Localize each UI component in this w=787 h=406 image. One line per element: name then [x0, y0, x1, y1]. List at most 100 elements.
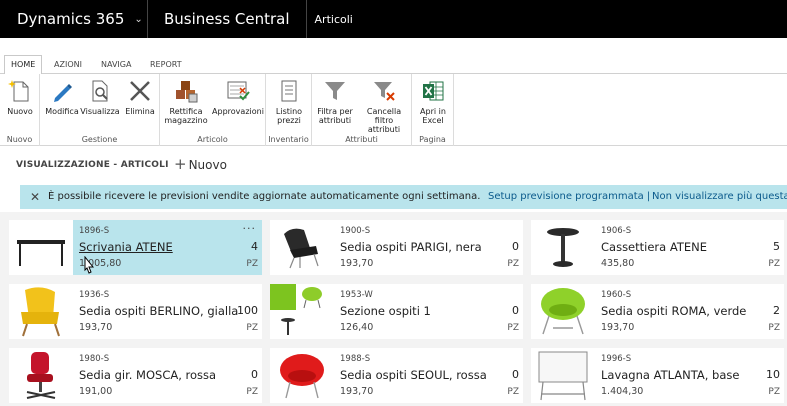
item-tile[interactable]: 1953-W Sezione ospiti 1 0 126,40 PZ	[270, 284, 523, 339]
item-tile[interactable]: 1896-S ··· Scrivania ATENE 4 1.005,80 PZ	[9, 220, 262, 275]
approvals-icon	[227, 81, 250, 101]
new-button[interactable]: Nuovo	[0, 78, 40, 116]
item-uom: PZ	[246, 387, 258, 397]
item-uom: PZ	[768, 387, 780, 397]
filter-attributes-button[interactable]: Filtra per attributi	[314, 78, 356, 125]
clear-attribute-filter-button[interactable]: Cancella filtro attributi	[358, 78, 410, 134]
item-description[interactable]: Sedia ospiti BERLINO, gialla	[79, 304, 238, 318]
approvals-button[interactable]: Approvazioni	[212, 78, 264, 116]
item-tile[interactable]: 1996-S Lavagna ATLANTA, base 10 1.404,30…	[531, 348, 784, 403]
item-number: 1988-S	[340, 354, 371, 364]
new-button-label: Nuovo	[7, 107, 33, 116]
new-document-icon	[8, 80, 29, 102]
mouse-cursor-icon	[84, 256, 95, 274]
item-tiles: 1896-S ··· Scrivania ATENE 4 1.005,80 PZ…	[0, 212, 787, 406]
approvals-label: Approvazioni	[212, 107, 264, 116]
tab-report[interactable]: REPORT	[150, 56, 182, 74]
ribbon-group-gestione: Modifica Visualizza Elimina Gestione	[40, 74, 160, 146]
yellow-armchair-image	[21, 287, 60, 337]
clear-filter-icon	[374, 82, 395, 101]
ribbon-group-articolo: Rettifica magazzino Approvazioni Articol…	[160, 74, 266, 146]
chevron-down-icon: ⌄	[134, 13, 143, 25]
ribbon-group-label: Articolo	[197, 135, 228, 144]
ribbon-group-label: Nuovo	[6, 135, 33, 144]
pencil-icon	[54, 84, 72, 102]
item-quantity: 100	[237, 304, 258, 317]
item-description[interactable]: Lavagna ATLANTA, base	[601, 368, 739, 382]
view-button[interactable]: Visualizza	[80, 78, 120, 116]
item-description[interactable]: Cassettiera ATENE	[601, 240, 707, 254]
item-description[interactable]: Sedia ospiti PARIGI, nera	[340, 240, 482, 254]
item-quantity: 2	[773, 304, 780, 317]
view-button-label: Visualizza	[80, 107, 120, 116]
item-uom: PZ	[768, 259, 780, 269]
open-in-excel-button[interactable]: Apri in Excel	[413, 78, 453, 125]
adjust-inventory-button[interactable]: Rettifica magazzino	[164, 78, 208, 125]
price-list-label: Listino prezzi	[275, 107, 303, 125]
item-number: 1900-S	[340, 226, 371, 236]
more-options-icon[interactable]: ···	[243, 222, 257, 235]
edit-button[interactable]: Modifica	[42, 78, 82, 116]
product-name: Dynamics 365	[17, 10, 125, 28]
item-description[interactable]: Scrivania ATENE	[79, 240, 173, 254]
edit-button-label: Modifica	[45, 107, 79, 116]
price-list-button[interactable]: Listino prezzi	[269, 78, 309, 125]
tab-home[interactable]: HOME	[4, 55, 43, 75]
ribbon-group-nuovo: Nuovo Nuovo	[0, 74, 40, 146]
close-icon[interactable]: ✕	[30, 185, 40, 209]
item-uom: PZ	[768, 323, 780, 333]
adjust-inventory-label: Rettifica magazzino	[164, 107, 208, 125]
ribbon-group-label: Inventario	[268, 135, 309, 144]
plus-icon: +	[174, 155, 187, 173]
item-price: 193,70	[340, 386, 374, 397]
item-price: 126,40	[340, 322, 374, 333]
item-uom: PZ	[246, 323, 258, 333]
ribbon-group-pagina: Apri in Excel Pagina	[412, 74, 454, 146]
dont-show-again-link[interactable]: Non visualizzare più questa	[652, 185, 787, 209]
item-uom: PZ	[507, 259, 519, 269]
item-number: 1936-S	[79, 290, 110, 300]
app-name[interactable]: Business Central	[148, 0, 307, 38]
list-title: VISUALIZZAZIONE - ARTICOLI	[16, 160, 169, 170]
green-chair-image	[541, 288, 585, 335]
item-description[interactable]: Sedia ospiti ROMA, verde	[601, 304, 746, 318]
setup-forecast-link[interactable]: Setup previsione programmata |	[488, 185, 650, 209]
item-description[interactable]: Sedia ospiti SEOUL, rossa	[340, 368, 487, 382]
item-tile[interactable]: 1900-S Sedia ospiti PARIGI, nera 0 193,7…	[270, 220, 523, 275]
item-number: 1980-S	[79, 354, 110, 364]
item-quantity: 10	[766, 368, 780, 381]
price-list-icon	[281, 80, 297, 102]
delete-button-label: Elimina	[125, 107, 155, 116]
item-quantity: 0	[512, 304, 519, 317]
item-quantity: 4	[251, 240, 258, 253]
filter-attributes-label: Filtra per attributi	[317, 107, 353, 125]
item-tile[interactable]: 1936-S Sedia ospiti BERLINO, gialla 100 …	[9, 284, 262, 339]
ribbon-group-label: Gestione	[81, 135, 118, 144]
item-tile[interactable]: 1988-S Sedia ospiti SEOUL, rossa 0 193,7…	[270, 348, 523, 403]
item-number: 1896-S	[79, 226, 110, 236]
new-item-label: Nuovo	[188, 158, 227, 172]
ribbon-group-label: Pagina	[419, 135, 446, 144]
ribbon: Nuovo Nuovo Modifica Visualizza Elimina	[0, 74, 787, 146]
item-number: 1953-W	[340, 290, 373, 300]
item-price: 435,80	[601, 258, 635, 269]
view-document-icon	[92, 80, 108, 102]
item-tile[interactable]: 1980-S Sedia gir. MOSCA, rossa 0 191,00 …	[9, 348, 262, 403]
whiteboard-image	[538, 351, 588, 401]
item-price: 193,70	[340, 258, 374, 269]
inventory-boxes-icon	[176, 81, 198, 103]
item-description[interactable]: Sezione ospiti 1	[340, 304, 431, 318]
delete-button[interactable]: Elimina	[120, 78, 160, 116]
lounge-chair-image	[284, 228, 319, 269]
product-switcher[interactable]: Dynamics 365 ⌄	[0, 0, 148, 38]
item-tile[interactable]: 1906-S Cassettiera ATENE 5 435,80 PZ	[531, 220, 784, 275]
item-quantity: 0	[512, 368, 519, 381]
item-description[interactable]: Sedia gir. MOSCA, rossa	[79, 368, 216, 382]
guest-section-image	[270, 284, 322, 335]
new-item-link[interactable]: + Nuovo	[174, 155, 227, 173]
delete-x-icon	[130, 81, 150, 101]
page-title: Articoli	[314, 12, 353, 26]
tab-azioni[interactable]: AZIONI	[54, 56, 82, 74]
item-tile[interactable]: 1960-S Sedia ospiti ROMA, verde 2 193,70…	[531, 284, 784, 339]
tab-naviga[interactable]: NAVIGA	[101, 56, 131, 74]
